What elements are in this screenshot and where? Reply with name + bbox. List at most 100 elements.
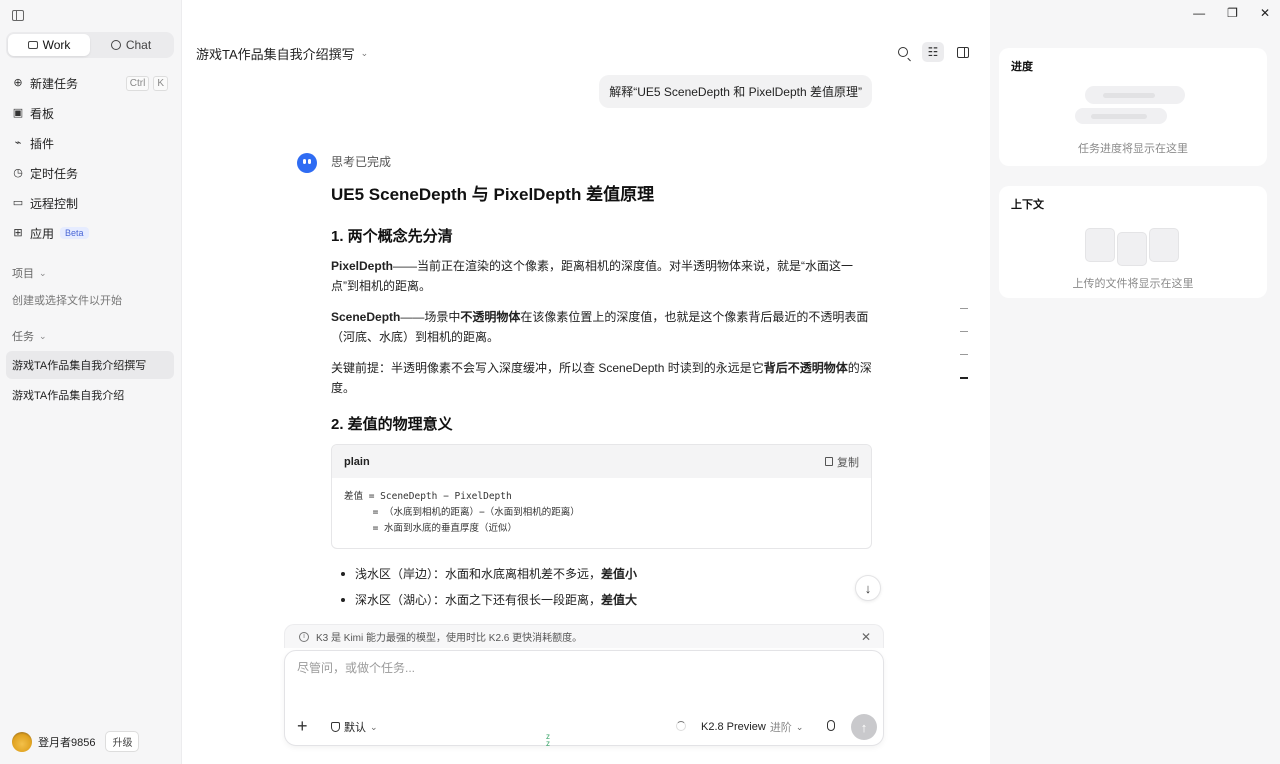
task-item[interactable]: 游戏TA作品集自我介绍 <box>6 381 174 409</box>
toggle-sidebar-icon[interactable] <box>12 10 24 21</box>
plug-icon: ⌁ <box>14 136 22 149</box>
section-heading: 2. 差值的物理意义 <box>331 416 453 433</box>
nav-new-task[interactable]: ⊕ 新建任务 Ctrl K <box>6 70 174 96</box>
nav-remote-label: 远程控制 <box>30 196 79 211</box>
loading-spinner-icon <box>676 721 686 731</box>
assistant-response: UE5 SceneDepth 与 PixelDepth 差值原理 1. 两个概念… <box>331 180 872 613</box>
nav-apps[interactable]: ⊞ 应用 Beta <box>6 220 174 246</box>
code-language: plain <box>344 455 370 468</box>
nav-plugins[interactable]: ⌁ 插件 <box>6 130 174 156</box>
context-card: 上下文 上传的文件将显示在这里 <box>999 186 1267 298</box>
apps-icon: ⊞ <box>13 226 23 239</box>
placeholder-file-icon <box>1149 228 1179 262</box>
context-title: 上下文 <box>1011 199 1044 211</box>
paragraph: PixelDepth——当前正在渲染的这个像素，距离相机的深度值。对半透明物体来… <box>331 256 872 296</box>
context-empty-text: 上传的文件将显示在这里 <box>1072 278 1194 290</box>
user-message: 解释“UE5 SceneDepth 和 PixelDepth 差值原理” <box>599 75 872 108</box>
tasks-label: 任务 <box>12 331 34 343</box>
placeholder-line <box>1091 114 1147 119</box>
nav-scheduled-label: 定时任务 <box>30 166 79 181</box>
minimize-icon[interactable]: — <box>1193 6 1205 20</box>
thinking-status[interactable]: 思考已完成 <box>331 153 391 170</box>
paragraph-text: 关键前提：半透明像素不会写入深度缓冲，所以查 SceneDepth 时读到的永远… <box>331 361 764 375</box>
copy-button[interactable]: 复制 <box>825 454 859 470</box>
shortcut-key: Ctrl <box>125 75 150 91</box>
mode-switch: Work Chat <box>6 32 174 58</box>
microphone-icon[interactable] <box>827 720 835 731</box>
task-item[interactable]: 游戏TA作品集自我介绍撰写 <box>6 351 174 379</box>
nav-plugins-label: 插件 <box>30 136 55 151</box>
monitor-icon <box>27 41 38 49</box>
list-item-text: 浅水区（岸边）：水面和水底离相机差不多远， <box>355 567 602 581</box>
outline-mark[interactable] <box>960 331 968 332</box>
close-icon[interactable]: ✕ <box>861 630 871 644</box>
chevron-down-icon: ⌄ <box>795 721 804 732</box>
nav-board-label: 看板 <box>30 106 55 121</box>
progress-card: 进度 任务进度将显示在这里 <box>999 48 1267 166</box>
paragraph-text: ——当前正在渲染的这个像素，距离相机的深度值。对半透明物体来说，就是“水面这一点… <box>331 259 854 293</box>
user-name: 登月者9856 <box>38 736 96 749</box>
page-title: 游戏TA作品集自我介绍撰写 <box>196 47 355 62</box>
mode-chat-label: Chat <box>125 38 152 52</box>
nav-board[interactable]: ▣ 看板 <box>6 100 174 126</box>
send-button[interactable]: ↑ <box>851 714 877 740</box>
outline-mark[interactable] <box>960 308 968 309</box>
chevron-down-icon: ⌄ <box>39 330 47 341</box>
avatar <box>12 731 32 752</box>
model-select[interactable]: K2.8 Preview 进阶 ⌄ <box>701 719 803 735</box>
mode-work-button[interactable]: Work <box>8 34 90 56</box>
emphasis: 差值小 <box>601 567 638 581</box>
add-attachment-button[interactable]: + <box>297 717 308 735</box>
toggle-panel-icon[interactable] <box>952 42 974 62</box>
response-heading: UE5 SceneDepth 与 PixelDepth 差值原理 <box>331 185 655 204</box>
outline-minimap[interactable] <box>960 308 968 379</box>
term: PixelDepth <box>331 259 394 273</box>
message-input[interactable] <box>297 661 857 675</box>
nav-new-task-label: 新建任务 <box>30 76 79 91</box>
outline-mark-active[interactable] <box>960 377 968 379</box>
tasks-section-toggle[interactable]: 任务 ⌄ <box>12 328 47 344</box>
projects-section-toggle[interactable]: 项目 ⌄ <box>12 265 47 281</box>
nav-remote-control[interactable]: ▭ 远程控制 <box>6 190 174 216</box>
scroll-to-bottom-button[interactable]: ↓ <box>855 575 881 601</box>
progress-empty-text: 任务进度将显示在这里 <box>1078 143 1188 155</box>
shortcut-key: K <box>153 75 168 91</box>
app-window: Work Chat ⊕ 新建任务 Ctrl K ▣ 看板 ⌁ 插件 ◷ 定时任务 <box>0 0 1280 764</box>
mode-select-label: 默认 <box>344 722 366 734</box>
code-content: 差值 = SceneDepth − PixelDepth = （水底到相机的距离… <box>332 478 871 548</box>
restore-icon[interactable]: ❐ <box>1227 6 1238 20</box>
upgrade-button[interactable]: 升级 <box>105 731 140 752</box>
permission-mode-select[interactable]: 默认 ⌄ <box>331 719 378 735</box>
paragraph: SceneDepth——场景中不透明物体在该像素位置上的深度值，也就是这个像素背… <box>331 307 872 347</box>
placeholder-line <box>1103 93 1155 98</box>
outline-list-icon[interactable]: ☷ <box>922 42 944 62</box>
projects-label: 项目 <box>12 268 34 280</box>
right-panel: — ❐ ✕ 进度 任务进度将显示在这里 上下文 上传的文件将显示在这里 <box>990 0 1280 764</box>
paragraph-text: ——场景中 <box>400 310 461 324</box>
copy-label: 复制 <box>837 456 859 469</box>
code-block: plain 复制 差值 = SceneDepth − PixelDepth = … <box>331 444 872 549</box>
conversation-title-dropdown[interactable]: 游戏TA作品集自我介绍撰写 ⌄ <box>196 44 368 63</box>
user-profile[interactable]: 登月者9856 升级 <box>12 731 140 752</box>
paragraph: 关键前提：半透明像素不会写入深度缓冲，所以查 SceneDepth 时读到的永远… <box>331 358 872 398</box>
projects-hint[interactable]: 创建或选择文件以开始 <box>12 292 122 308</box>
mode-chat-button[interactable]: Chat <box>90 34 172 56</box>
chat-bubble-icon <box>110 40 121 50</box>
monitor-icon: ▭ <box>12 196 24 209</box>
emphasis: 背后不透明物体 <box>763 361 848 375</box>
shortcut-hint: Ctrl K <box>125 75 168 91</box>
code-line: = 水面到水底的垂直厚度（近似） <box>344 523 518 534</box>
plus-circle-icon: ⊕ <box>13 76 23 89</box>
sidebar: Work Chat ⊕ 新建任务 Ctrl K ▣ 看板 ⌁ 插件 ◷ 定时任务 <box>0 0 182 764</box>
beta-badge: Beta <box>60 227 89 239</box>
board-icon: ▣ <box>12 106 24 119</box>
sleep-indicator-icon: zz <box>546 732 550 748</box>
outline-mark[interactable] <box>960 354 968 355</box>
notice-text: K3 是 Kimi 能力最强的模型，使用时比 K2.6 更快消耗额度。 <box>316 633 583 644</box>
emphasis: 不透明物体 <box>460 310 521 324</box>
list-item: 浅水区（岸边）：水面和水底离相机差不多远，差值小 <box>331 561 872 587</box>
nav-scheduled-tasks[interactable]: ◷ 定时任务 <box>6 160 174 186</box>
info-icon: i <box>299 631 309 642</box>
search-icon[interactable] <box>892 42 914 62</box>
close-icon[interactable]: ✕ <box>1260 6 1270 20</box>
